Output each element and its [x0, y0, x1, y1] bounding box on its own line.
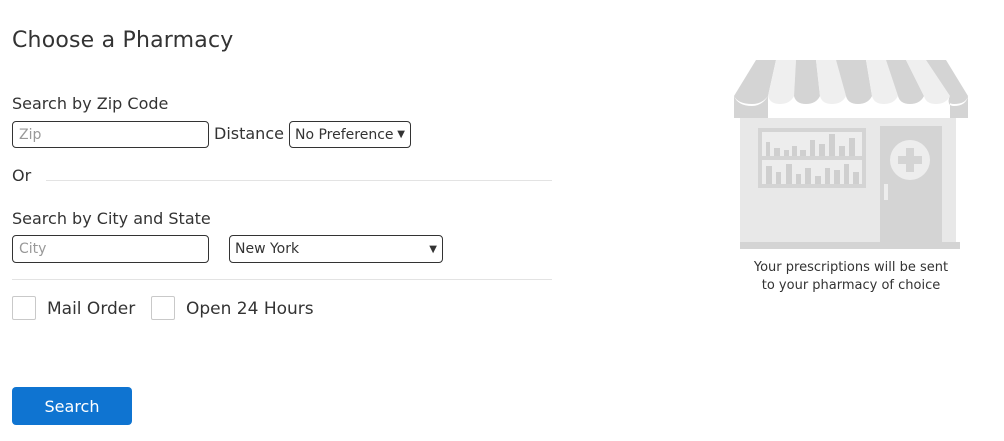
search-button[interactable]: Search [12, 387, 132, 425]
awning [734, 60, 968, 118]
illustration-caption: Your prescriptions will be sent to your … [734, 259, 968, 295]
page-title: Choose a Pharmacy [12, 28, 234, 53]
mail-order-checkbox[interactable] [12, 296, 36, 320]
pharmacy-storefront-icon [734, 60, 968, 249]
caption-line-1: Your prescriptions will be sent [753, 260, 949, 275]
open-24-hours-label[interactable]: Open 24 Hours [186, 299, 314, 319]
or-label: Or [12, 166, 32, 185]
distance-select[interactable]: No Preference ▼ [289, 121, 411, 148]
caption-line-2: to your pharmacy of choice [761, 278, 941, 293]
distance-select-value: No Preference [295, 126, 394, 143]
open-24-hours-checkbox[interactable] [151, 296, 175, 320]
mail-order-label[interactable]: Mail Order [47, 299, 135, 319]
chevron-down-icon: ▼ [397, 129, 405, 140]
city-section-label: Search by City and State [12, 209, 211, 228]
zip-input[interactable] [12, 121, 209, 148]
zip-section-label: Search by Zip Code [12, 94, 169, 113]
chevron-down-icon: ▼ [429, 243, 437, 255]
city-input[interactable] [12, 235, 209, 263]
or-divider [46, 180, 552, 181]
section-divider [12, 279, 552, 280]
state-select-value: New York [235, 241, 300, 257]
distance-label: Distance [214, 124, 284, 143]
state-select[interactable]: New York ▼ [229, 235, 443, 263]
